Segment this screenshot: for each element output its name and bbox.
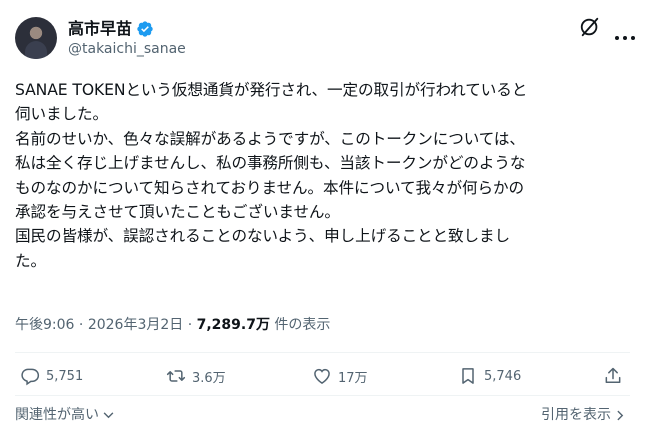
action-bar: 5,751 3.6万 17万 5,746 bbox=[0, 366, 645, 394]
tweet-time[interactable]: 午後9:06 bbox=[15, 317, 74, 333]
reply-icon bbox=[21, 368, 40, 386]
chevron-right-icon bbox=[617, 410, 624, 420]
meta-separator: · bbox=[74, 317, 88, 333]
sort-label: 関連性が高い bbox=[15, 407, 99, 423]
author-display-name[interactable]: 高市早苗 bbox=[68, 19, 132, 39]
author-row: 高市早苗 bbox=[68, 19, 154, 39]
grok-icon[interactable] bbox=[579, 16, 601, 38]
tweet-meta: 午後9:06 · 2026年3月2日 · 7,289.7万 件の表示 bbox=[15, 314, 330, 334]
more-icon[interactable] bbox=[614, 26, 636, 40]
repost-icon bbox=[166, 370, 186, 382]
chevron-down-icon bbox=[104, 411, 114, 418]
avatar[interactable] bbox=[15, 17, 57, 59]
bookmark-count: 5,746 bbox=[484, 368, 522, 384]
divider bbox=[15, 395, 630, 396]
view-quotes-link[interactable]: 引用を表示 bbox=[541, 404, 624, 424]
sort-replies-dropdown[interactable]: 関連性が高い bbox=[15, 404, 114, 424]
repost-count: 3.6万 bbox=[192, 370, 226, 386]
bookmark-icon bbox=[462, 368, 474, 384]
author-handle[interactable]: @takaichi_sanae bbox=[68, 41, 186, 57]
divider bbox=[15, 352, 630, 353]
quotes-label: 引用を表示 bbox=[541, 407, 611, 423]
reply-count: 5,751 bbox=[46, 368, 84, 384]
tweet-date[interactable]: 2026年3月2日 bbox=[88, 317, 183, 333]
repost-button[interactable]: 3.6万 bbox=[166, 366, 226, 386]
meta-separator: · bbox=[183, 317, 197, 333]
heart-icon bbox=[314, 368, 330, 384]
reply-button[interactable]: 5,751 bbox=[20, 366, 83, 386]
like-count: 17万 bbox=[338, 370, 368, 386]
views-count: 7,289.7万 bbox=[196, 317, 270, 333]
tweet-text: SANAE TOKENという仮想通貨が発行され、一定の取引が行われていると 伺い… bbox=[15, 81, 528, 270]
like-button[interactable]: 17万 bbox=[312, 366, 368, 386]
bookmark-button[interactable]: 5,746 bbox=[458, 366, 521, 386]
share-button[interactable] bbox=[603, 366, 629, 386]
share-icon bbox=[605, 367, 621, 383]
views-suffix: 件の表示 bbox=[269, 317, 331, 333]
verified-badge-icon[interactable] bbox=[136, 20, 154, 38]
